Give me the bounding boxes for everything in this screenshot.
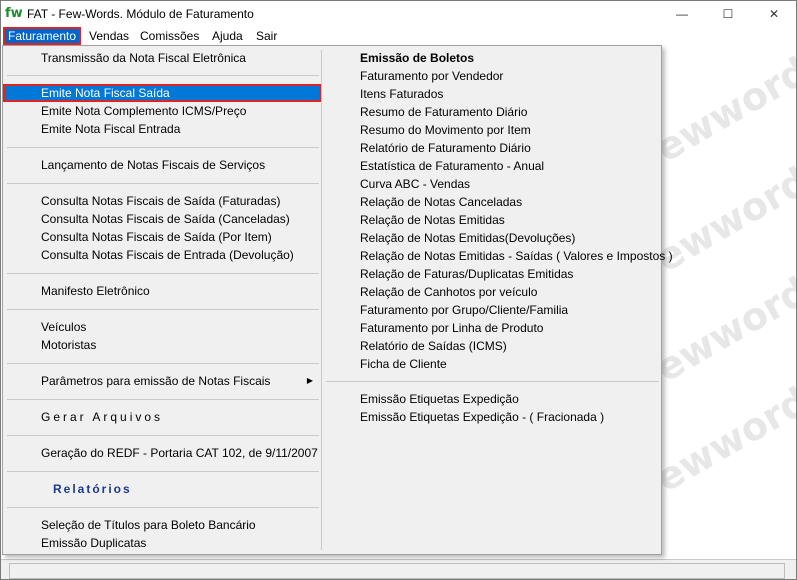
menu-separator [7, 273, 319, 274]
menu-separator [7, 147, 319, 148]
menu-vendas[interactable]: Vendas [85, 28, 133, 44]
close-button[interactable]: ✕ [751, 1, 796, 27]
menu-separator [7, 363, 319, 364]
app-logo-icon: fw [5, 6, 23, 21]
menu-item-emite-nf-entrada[interactable]: Emite Nota Fiscal Entrada [3, 120, 321, 138]
menu-item-parametros-nf[interactable]: Parâmetros para emissão de Notas Fiscais… [3, 372, 321, 390]
menu-separator [326, 381, 659, 382]
menu-item-relatorio-faturamento-diario[interactable]: Relatório de Faturamento Diário [322, 139, 661, 157]
menu-separator [7, 471, 319, 472]
menu-ajuda[interactable]: Ajuda [208, 28, 247, 44]
window-title: FAT - Few-Words. Módulo de Faturamento [27, 7, 254, 21]
menu-item-notas-emitidas-devolucoes[interactable]: Relação de Notas Emitidas(Devoluções) [322, 229, 661, 247]
menu-item-notas-canceladas[interactable]: Relação de Notas Canceladas [322, 193, 661, 211]
menu-item-emissao-duplicatas[interactable]: Emissão Duplicatas [3, 534, 321, 552]
menu-item-motoristas[interactable]: Motoristas [3, 336, 321, 354]
faturamento-dropdown-menu: Transmissão da Nota Fiscal Eletrônica Em… [2, 45, 673, 555]
menu-bar: Faturamento Vendas Comissões Ajuda Sair [1, 27, 796, 46]
menu-item-faturamento-linha-produto[interactable]: Faturamento por Linha de Produto [322, 319, 661, 337]
menu-item-consulta-saida-faturadas[interactable]: Consulta Notas Fiscais de Saída (Faturad… [3, 192, 321, 210]
submenu-arrow-icon: ▶ [306, 376, 313, 385]
menu-item-veiculos[interactable]: Veículos [3, 318, 321, 336]
menu-item-curva-abc[interactable]: Curva ABC - Vendas [322, 175, 661, 193]
status-bar [1, 559, 796, 579]
menu-item-relatorios[interactable]: Relatórios [3, 480, 321, 498]
menu-item-transmissao-nfe[interactable]: Transmissão da Nota Fiscal Eletrônica [3, 49, 321, 67]
menu-item-manifesto-eletronico[interactable]: Manifesto Eletrônico [3, 282, 321, 300]
menu-item-itens-faturados[interactable]: Itens Faturados [322, 85, 661, 103]
menu-item-resumo-faturamento-diario[interactable]: Resumo de Faturamento Diário [322, 103, 661, 121]
menu-item-consulta-saida-canceladas[interactable]: Consulta Notas Fiscais de Saída (Cancela… [3, 210, 321, 228]
menu-item-etiquetas-expedicao[interactable]: Emissão Etiquetas Expedição [322, 390, 661, 408]
menu-item-consulta-entrada-devolucao[interactable]: Consulta Notas Fiscais de Entrada (Devol… [3, 246, 321, 264]
menu-item-consulta-saida-por-item[interactable]: Consulta Notas Fiscais de Saída (Por Ite… [3, 228, 321, 246]
maximize-button[interactable]: ☐ [705, 1, 751, 27]
menu-separator [7, 507, 319, 508]
menu-item-label: Parâmetros para emissão de Notas Fiscais [41, 374, 271, 388]
menu-separator [7, 75, 319, 76]
menu-item-emite-nota-complemento[interactable]: Emite Nota Complemento ICMS/Preço [3, 102, 321, 120]
minimize-button[interactable]: — [659, 1, 705, 27]
menu-item-lancamento-nf-servicos[interactable]: Lançamento de Notas Fiscais de Serviços [3, 156, 321, 174]
menu-item-ficha-cliente[interactable]: Ficha de Cliente [322, 355, 661, 373]
menu-item-faturas-duplicatas[interactable]: Relação de Faturas/Duplicatas Emitidas [322, 265, 661, 283]
menu-column-right: Emissão de Boletos Faturamento por Vende… [322, 46, 673, 554]
menu-item-etiquetas-fracionada[interactable]: Emissão Etiquetas Expedição - ( Fraciona… [322, 408, 661, 426]
menu-item-selecao-titulos-boleto[interactable]: Seleção de Títulos para Boleto Bancário [3, 516, 321, 534]
menu-item-canhotos-veiculo[interactable]: Relação de Canhotos por veículo [322, 283, 661, 301]
menu-item-faturamento-vendedor[interactable]: Faturamento por Vendedor [322, 67, 661, 85]
menu-item-resumo-movimento-item[interactable]: Resumo do Movimento por Item [322, 121, 661, 139]
menu-item-notas-emitidas-saidas[interactable]: Relação de Notas Emitidas - Saídas ( Val… [322, 247, 673, 265]
menu-separator [7, 399, 319, 400]
menu-item-gerar-arquivos[interactable]: Gerar Arquivos [3, 408, 321, 426]
menu-item-faturamento-grupo[interactable]: Faturamento por Grupo/Cliente/Familia [322, 301, 661, 319]
menu-separator [7, 309, 319, 310]
menu-item-emite-nf-saida[interactable]: Emite Nota Fiscal Saída [3, 84, 321, 102]
menu-separator [7, 435, 319, 436]
menu-item-geracao-redf[interactable]: Geração do REDF - Portaria CAT 102, de 9… [3, 444, 321, 462]
menu-comissoes[interactable]: Comissões [136, 28, 203, 44]
menu-separator [7, 183, 319, 184]
menu-sair[interactable]: Sair [252, 28, 281, 44]
menu-item-notas-emitidas[interactable]: Relação de Notas Emitidas [322, 211, 661, 229]
menu-item-estatistica-anual[interactable]: Estatística de Faturamento - Anual [322, 157, 661, 175]
menu-faturamento[interactable]: Faturamento [2, 27, 82, 45]
menu-column-left: Transmissão da Nota Fiscal Eletrônica Em… [3, 46, 321, 554]
status-panel [9, 563, 785, 579]
menu-item-emissao-boletos[interactable]: Emissão de Boletos [322, 49, 661, 67]
menu-item-relatorio-saidas-icms[interactable]: Relatório de Saídas (ICMS) [322, 337, 661, 355]
title-bar[interactable]: fw FAT - Few-Words. Módulo de Faturament… [1, 1, 796, 27]
